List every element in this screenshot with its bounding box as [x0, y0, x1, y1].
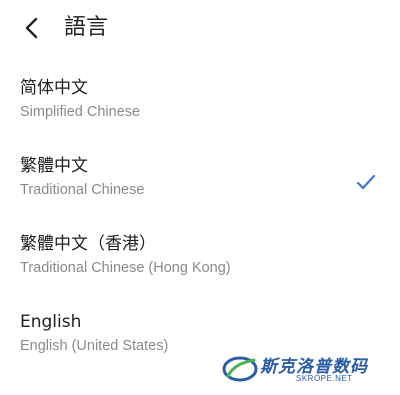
- language-name: English: [20, 312, 82, 332]
- watermark-subtext: SKROPE.NET: [296, 374, 353, 383]
- language-item-traditional-chinese-hong-kong[interactable]: 繁體中文（香港） Traditional Chinese (Hong Kong): [0, 226, 400, 304]
- language-english-name: Simplified Chinese: [20, 104, 141, 120]
- language-name: 繁體中文: [20, 156, 88, 176]
- language-item-traditional-chinese[interactable]: 繁體中文 Traditional Chinese: [0, 148, 400, 226]
- watermark: 斯克洛普数码 SKROPE.NET: [222, 350, 387, 390]
- language-list: 简体中文 Simplified Chinese 繁體中文 Traditional…: [0, 70, 400, 382]
- language-name: 简体中文: [20, 78, 88, 98]
- page-title: 語言: [64, 15, 109, 40]
- watermark-logo-icon: [222, 356, 258, 382]
- back-button[interactable]: [14, 12, 50, 44]
- checkmark-icon: [356, 174, 376, 190]
- language-english-name: English (United States): [20, 338, 169, 354]
- language-english-name: Traditional Chinese: [20, 182, 145, 198]
- language-name: 繁體中文（香港）: [20, 234, 156, 254]
- app-bar: 語言: [0, 0, 400, 56]
- chevron-left-icon: [25, 17, 38, 39]
- language-item-simplified-chinese[interactable]: 简体中文 Simplified Chinese: [0, 70, 400, 148]
- language-english-name: Traditional Chinese (Hong Kong): [20, 260, 231, 276]
